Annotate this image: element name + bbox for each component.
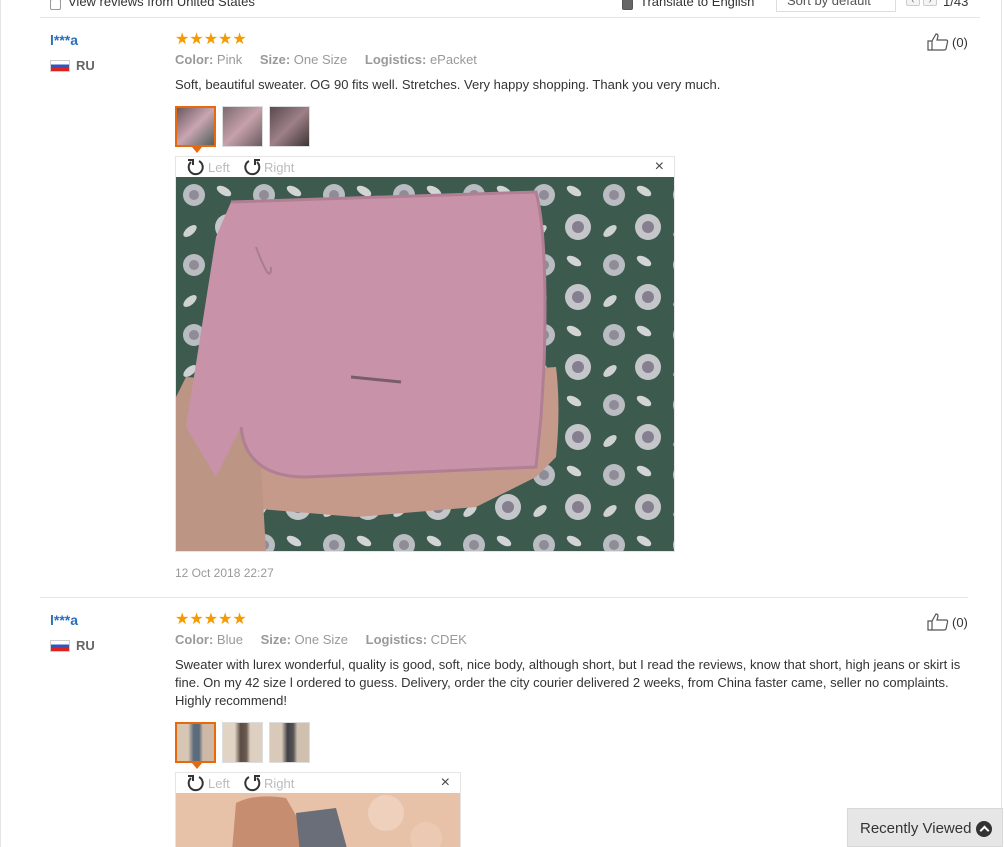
translate-checkbox[interactable] (622, 0, 633, 10)
reviewer-name[interactable]: l***a (50, 612, 78, 628)
review-item: l***a RU ★★★★★ Color: Blue Size: One Siz… (40, 611, 980, 847)
next-page-icon[interactable]: › (923, 0, 937, 6)
star-rating: ★★★★★ (175, 31, 247, 48)
thumbs-up-icon (927, 33, 949, 51)
review-date: 12 Oct 2018 22:27 (175, 566, 274, 580)
review-text: Sweater with lurex wonderful, quality is… (175, 657, 961, 708)
order-specs: Color: Blue Size: One Size Logistics: CD… (175, 632, 481, 647)
rotate-right-icon (244, 775, 261, 792)
sort-select[interactable]: Sort by default (776, 0, 896, 12)
review-item: l***a RU ★★★★★ Color: Pink Size: One Siz… (40, 31, 980, 592)
logistics-value: CDEK (430, 632, 467, 647)
reviewer-country: RU (50, 58, 95, 73)
review-divider (40, 597, 968, 598)
size-value: One Size (293, 52, 348, 67)
review-photo-thumb[interactable] (269, 722, 310, 763)
rotate-left-button[interactable]: Left (186, 158, 230, 176)
rotate-left-icon (187, 159, 204, 176)
review-thumbnails (175, 106, 310, 153)
logistics-value: ePacket (429, 52, 477, 67)
review-thumbnails (175, 722, 310, 769)
review-photo (176, 793, 460, 847)
review-filter-bar: View reviews from United States Translat… (40, 0, 980, 18)
review-photo-thumb[interactable] (269, 106, 310, 147)
rotate-right-label: Right (264, 775, 295, 791)
close-icon[interactable]: × (655, 158, 664, 176)
reviewer-name[interactable]: l***a (50, 32, 78, 48)
review-photo-thumb[interactable] (222, 722, 263, 763)
chevron-up-icon (976, 821, 992, 837)
helpful-count: (0) (952, 34, 968, 50)
color-label: Color: (175, 632, 214, 647)
recently-viewed-label: Recently Viewed (860, 820, 972, 837)
reviewer-country: RU (50, 638, 95, 653)
rotate-left-label: Left (208, 775, 230, 791)
country-code: RU (76, 638, 95, 653)
star-rating: ★★★★★ (175, 611, 247, 628)
review-photo-thumb[interactable] (175, 106, 216, 153)
country-code: RU (76, 58, 95, 73)
thumbs-up-icon (927, 613, 949, 631)
size-label: Size: (259, 52, 291, 67)
photo-viewer: Left Right × (175, 772, 461, 847)
logistics-label: Logistics: (365, 632, 428, 647)
review-text: Soft, beautiful sweater. OG 90 fits well… (175, 77, 721, 92)
rotate-right-label: Right (264, 159, 295, 175)
color-value: Blue (216, 632, 243, 647)
rotate-right-button[interactable]: Right (242, 774, 294, 792)
russia-flag-icon (50, 59, 70, 72)
review-photo-thumb[interactable] (175, 722, 216, 769)
helpful-count: (0) (952, 614, 968, 630)
view-us-label: View reviews from United States (68, 0, 255, 9)
rotate-left-icon (187, 775, 204, 792)
size-label: Size: (260, 632, 291, 647)
rotate-left-button[interactable]: Left (186, 774, 230, 792)
page-indicator: 1/43 (943, 0, 969, 9)
logistics-label: Logistics: (364, 52, 427, 67)
rotate-right-button[interactable]: Right (242, 158, 294, 176)
close-icon[interactable]: × (441, 774, 450, 792)
helpful-button[interactable]: (0) (927, 613, 968, 631)
view-us-checkbox[interactable] (50, 0, 61, 10)
order-specs: Color: Pink Size: One Size Logistics: eP… (175, 52, 491, 67)
russia-flag-icon (50, 639, 70, 652)
color-value: Pink (216, 52, 243, 67)
rotate-right-icon (244, 159, 261, 176)
color-label: Color: (175, 52, 214, 67)
prev-page-icon[interactable]: ‹ (906, 0, 920, 6)
size-value: One Size (294, 632, 349, 647)
recently-viewed-button[interactable]: Recently Viewed (847, 808, 1003, 847)
photo-viewer: Left Right × (175, 156, 675, 552)
translate-label: Translate to English (640, 0, 755, 9)
helpful-button[interactable]: (0) (927, 33, 968, 51)
review-photo-thumb[interactable] (222, 106, 263, 147)
rotate-left-label: Left (208, 159, 230, 175)
review-photo (176, 177, 674, 551)
